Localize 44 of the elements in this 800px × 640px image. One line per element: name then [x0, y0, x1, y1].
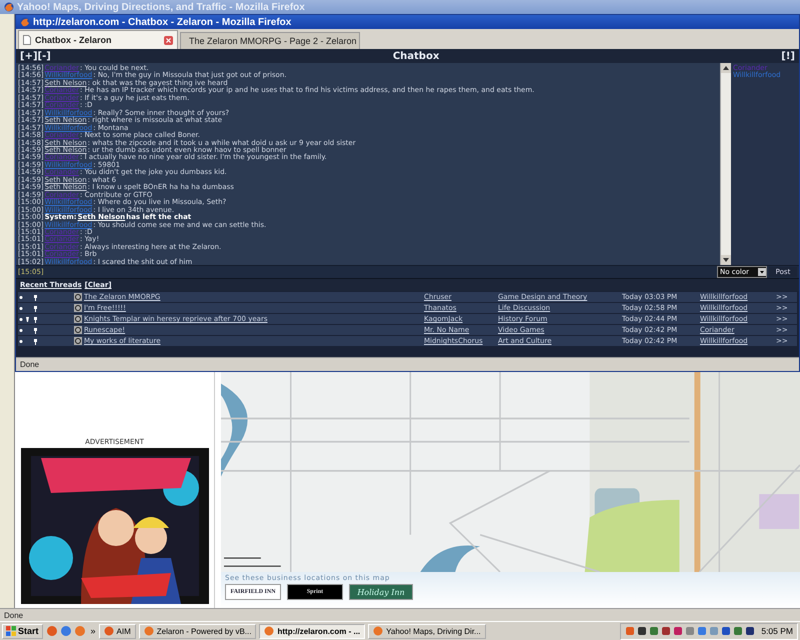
- tray-icon[interactable]: [721, 626, 732, 636]
- scroll-up-icon[interactable]: [721, 63, 731, 73]
- taskbar-button[interactable]: AIM: [98, 624, 136, 638]
- thread-icon: [74, 293, 82, 301]
- taskbar-button[interactable]: Zelaron - Powered by vB...: [138, 624, 256, 638]
- app-icon: [264, 626, 274, 636]
- browser-icon: [4, 2, 14, 12]
- scroll-down-icon[interactable]: [721, 255, 731, 265]
- tray-icon[interactable]: [661, 626, 672, 636]
- status-icons: [18, 326, 40, 334]
- app-icon: [104, 626, 114, 636]
- business-logo[interactable]: Holiday Inn: [349, 584, 413, 600]
- app-icon: [373, 626, 384, 636]
- taskbar-button[interactable]: Yahoo! Maps, Driving Dir...: [368, 624, 486, 638]
- window-title: Yahoo! Maps, Driving Directions, and Traffic - Mozilla Firefox: [17, 2, 305, 12]
- status-icons: [18, 294, 40, 300]
- more-chevron[interactable]: »: [90, 626, 96, 636]
- windows-logo-icon: [6, 626, 16, 636]
- thread-icon: [74, 326, 82, 334]
- quick-launch-icons[interactable]: [46, 625, 88, 637]
- status-bar: Done: [0, 608, 800, 621]
- page-icon: [23, 35, 31, 45]
- browser-icon: [20, 17, 30, 27]
- tray-icon[interactable]: [745, 626, 756, 636]
- window-title: http://zelaron.com - Chatbox - Zelaron - Mozilla Firefox: [33, 16, 292, 28]
- clock: 5:05 PM: [761, 626, 793, 636]
- alert-control[interactable]: [!]: [781, 50, 795, 62]
- browser-tab[interactable]: Chatbox - Zelaron: [18, 30, 178, 49]
- app-icon: [144, 626, 154, 636]
- expand-controls[interactable]: [+][-]: [20, 50, 51, 62]
- thread-icon: [74, 337, 82, 345]
- caret-icon: [758, 268, 766, 276]
- status-icons: [18, 304, 40, 312]
- tray-icon[interactable]: [673, 626, 684, 636]
- thread-icon: [74, 315, 82, 323]
- status-icons: [18, 316, 40, 322]
- browser-tab[interactable]: The Zelaron MMORPG - Page 2 - Zelaron: [180, 32, 360, 49]
- start-button[interactable]: Start: [2, 624, 43, 638]
- status-icons: [18, 338, 40, 344]
- close-icon[interactable]: [164, 36, 173, 44]
- chatbox-title: Chatbox: [392, 50, 440, 62]
- tray-icon[interactable]: [637, 626, 648, 636]
- thread-icon: [74, 304, 82, 312]
- taskbar-button[interactable]: http://zelaron.com - ...: [259, 624, 366, 638]
